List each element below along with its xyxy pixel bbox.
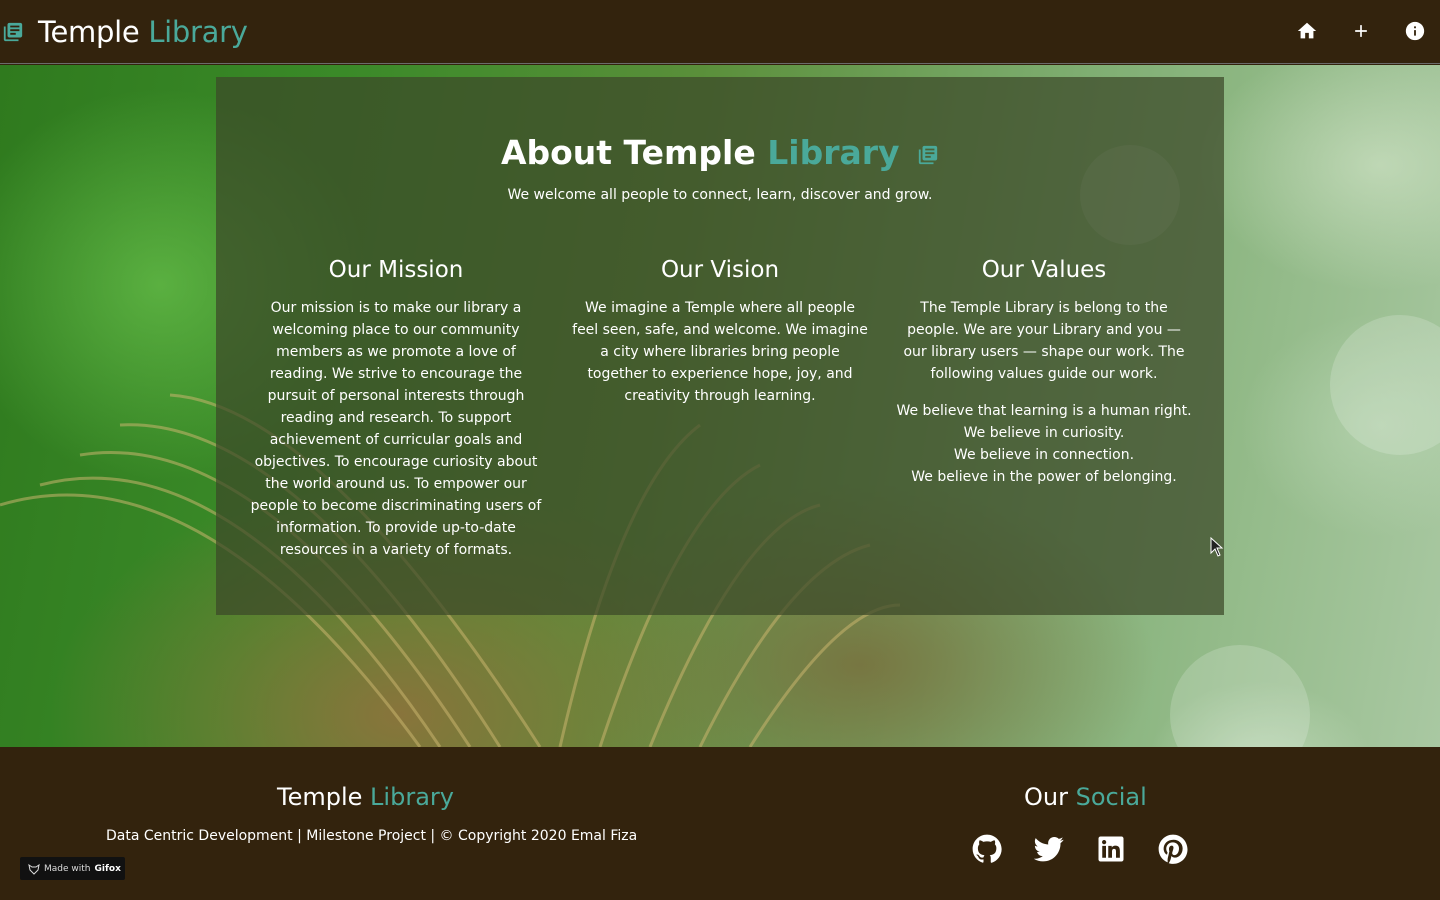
nav-icons	[1296, 18, 1426, 44]
values-heading: Our Values	[981, 257, 1107, 283]
info-icon	[1405, 21, 1425, 41]
social-heading: Our Social	[1024, 783, 1147, 811]
belief-item: We believe in the power of belonging.	[911, 469, 1177, 485]
add-button[interactable]	[1350, 18, 1372, 44]
brand-link[interactable]: Temple Library	[0, 0, 248, 64]
about-title: About Temple Library	[216, 133, 1224, 172]
hero-section: About Temple Library We welcome all peop…	[0, 65, 1440, 747]
info-button[interactable]	[1404, 18, 1426, 44]
pinterest-icon[interactable]	[1158, 834, 1188, 864]
home-icon	[1297, 22, 1317, 39]
mission-text: Our mission is to make our library a wel…	[250, 300, 542, 558]
fox-icon	[28, 863, 40, 875]
values-beliefs: We believe that learning is a human righ…	[894, 400, 1194, 488]
footer-brand: Temple Library	[277, 783, 454, 811]
home-button[interactable]	[1296, 18, 1318, 44]
belief-item: We believe in connection.	[953, 447, 1135, 463]
footer-copyright: Data Centric Development | Milestone Pro…	[106, 828, 638, 844]
about-panel: About Temple Library We welcome all peop…	[216, 77, 1224, 615]
footer: Temple Library Data Centric Development …	[0, 747, 1440, 900]
values-intro: The Temple Library is belong to the peop…	[903, 300, 1185, 382]
mission-heading: Our Mission	[328, 257, 464, 283]
belief-item: We believe in curiosity.	[963, 425, 1125, 441]
values-column: Our Values The Temple Library is belong …	[894, 257, 1194, 488]
top-navbar: Temple Library	[0, 0, 1440, 64]
library-books-icon	[3, 22, 23, 41]
twitter-icon[interactable]	[1034, 834, 1064, 864]
plus-icon	[1355, 25, 1367, 37]
badge-prefix: Made with	[44, 863, 91, 874]
social-links	[972, 834, 1188, 864]
badge-brand: Gifox	[94, 863, 121, 874]
mouse-cursor-icon	[1210, 537, 1224, 557]
gifox-badge: Made with Gifox	[20, 857, 125, 880]
brand-name: Temple Library	[38, 14, 248, 49]
mission-column: Our Mission Our mission is to make our l…	[246, 257, 546, 561]
vision-text: We imagine a Temple where all people fee…	[572, 300, 868, 404]
linkedin-icon[interactable]	[1096, 834, 1126, 864]
vision-heading: Our Vision	[660, 257, 780, 283]
library-books-icon	[918, 145, 938, 164]
github-icon[interactable]	[972, 834, 1002, 864]
belief-item: We believe that learning is a human righ…	[896, 403, 1192, 419]
about-subtitle: We welcome all people to connect, learn,…	[507, 187, 933, 203]
vision-column: Our Vision We imagine a Temple where all…	[570, 257, 870, 407]
